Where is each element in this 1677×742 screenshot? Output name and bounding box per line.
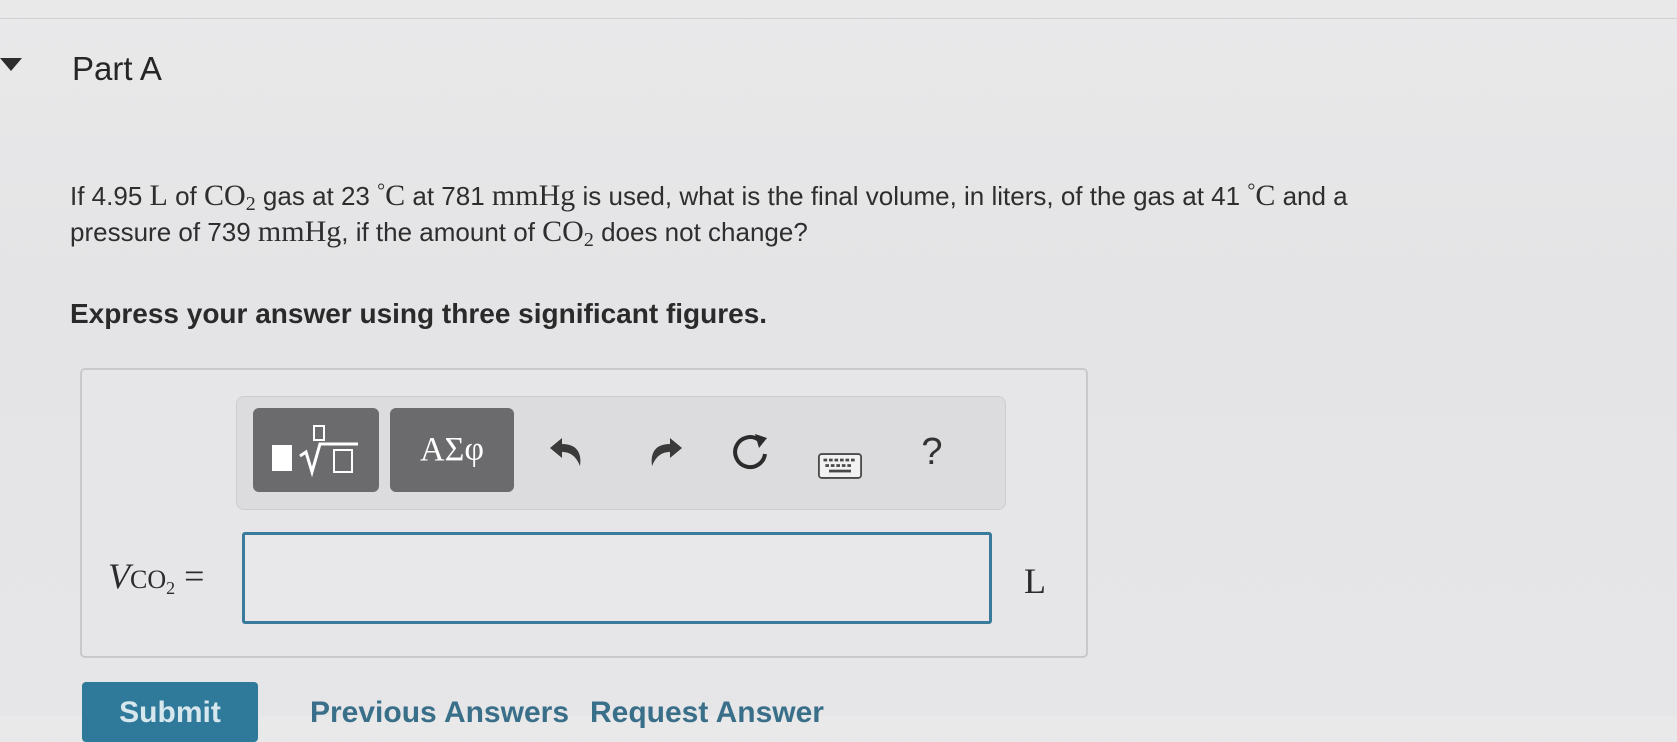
previous-answers-link[interactable]: Previous Answers xyxy=(310,696,569,730)
templates-icon xyxy=(272,445,292,471)
question-text: If 4.95 L of CO2 gas at 23 °C at 781 mmH… xyxy=(70,179,1348,251)
answer-input[interactable] xyxy=(242,532,992,624)
request-answer-link[interactable]: Request Answer xyxy=(590,696,824,730)
variable-label: VCO2 = xyxy=(108,556,205,598)
submit-button[interactable]: Submit xyxy=(82,682,258,742)
redo-icon[interactable] xyxy=(644,430,688,474)
templates-button[interactable] xyxy=(253,408,379,492)
greek-symbols-button[interactable]: ΑΣφ xyxy=(390,408,514,492)
help-icon[interactable]: ? xyxy=(910,430,954,474)
keyboard-icon[interactable] xyxy=(818,444,862,488)
radical-icon xyxy=(299,425,358,478)
reset-icon[interactable] xyxy=(729,430,773,474)
collapse-caret-icon[interactable] xyxy=(0,58,22,71)
instruction-text: Express your answer using three signific… xyxy=(70,298,768,329)
top-divider xyxy=(0,18,1677,19)
part-title: Part A xyxy=(72,50,162,87)
unit-label: L xyxy=(1024,561,1046,601)
undo-icon[interactable] xyxy=(544,430,588,474)
